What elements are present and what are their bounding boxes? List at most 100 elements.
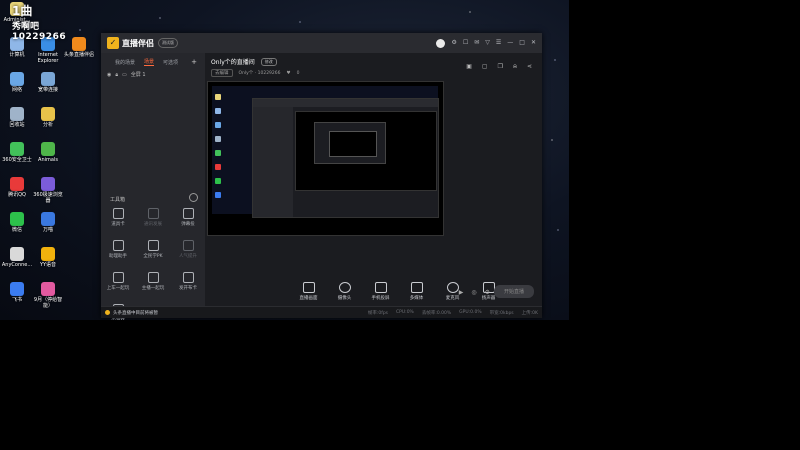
control-icon [302,281,315,293]
toolbox-item[interactable]: 助理助手 [103,240,133,259]
room-title: Only个的直播间 [211,59,255,66]
desktop-icon[interactable]: 宽带连接 [31,72,65,93]
desktop-icon-label: AnyConne... [1,262,33,268]
room-edit-badge[interactable]: 修改 [260,57,277,66]
desktop-icon[interactable]: 微信 [0,212,34,233]
screen-icon[interactable]: ☐ [463,40,468,46]
desktop-icon[interactable]: 网络 [0,72,34,93]
tool-label: 上车一起玩 [106,286,130,291]
gear-icon[interactable]: ⚙ [485,289,490,296]
live-preview[interactable] [207,81,444,236]
desktop-icon-label: YY语音 [39,262,57,268]
toolbox-item[interactable]: 全民学PK [138,240,168,259]
settings-icon[interactable]: ⚙ [451,40,456,46]
desktop-icon[interactable]: AnyConne... [0,247,34,268]
app-icon [41,107,55,121]
avatar[interactable] [436,38,446,48]
stat-value: CPU:0% [396,309,414,315]
tool-icon [112,208,124,219]
filter-icon[interactable]: ▽ [485,40,490,46]
lock-icon[interactable]: 🔒︎ [115,72,118,78]
toolbox-item[interactable]: 弹幕投 [173,208,203,227]
scene-tabs: 我的场景 场景 可选项 + [101,53,205,69]
toolbox-item[interactable]: 通讯发展 [138,208,168,227]
view-icon[interactable]: ◎ [471,289,476,296]
control-bar: 直播画面 摄像头 手机投屏 多媒体 麦克风 扬声器 [205,276,542,306]
overlay-line3: 10229266 [12,32,67,42]
scene-item[interactable]: ◉ 🔒︎ ▭ 全屏 1 [101,69,205,80]
stats: 帧率:0fps CPU:0% 丢帧率:0.00% GPU:0.0% 带宽:0kbps 上传… [368,310,538,316]
minimize-icon[interactable]: — [507,40,513,46]
close-icon[interactable]: ✕ [531,40,536,46]
desktop-icon[interactable]: 9月（停给智能） [31,282,65,309]
control-bar-item[interactable]: 直播画面 [297,281,321,301]
app-logo: ✓ 直播伴侣 [107,37,154,49]
preview-desktop [212,86,439,218]
tab-options[interactable]: 可选项 [163,59,178,66]
room-id: Only个 · 10229266 [238,71,281,76]
lock-icon[interactable]: ▢ [482,63,488,71]
overlay-line2: 秀啊吧 [12,22,40,32]
start-live-button[interactable]: 开始直播 [493,285,534,298]
record-icon[interactable]: ▶ [459,289,464,296]
toolbox-refresh-icon[interactable] [189,193,198,202]
likes-count: 0 [296,70,300,76]
tab-scene[interactable]: 场景 [144,58,155,66]
tool-label: 弹幕投 [181,222,195,227]
toolbox-item[interactable]: 主播一起玩 [138,272,168,291]
share-screen-icon[interactable]: ▣ [466,63,472,71]
main-panel: Only个的直播间 修改 去编辑 Only个 · 10229266 ♥ 0 ▣ … [205,53,542,306]
toolbox-item[interactable]: 上车一起玩 [103,272,133,291]
tool-icon [112,240,124,251]
eye-icon[interactable]: ◉ [107,72,111,78]
desktop-icon[interactable]: 腾讯QQ [0,177,34,198]
desktop-icon[interactable]: 飞书 [0,282,34,303]
desktop-icon[interactable]: 头条直播伴侣 [62,37,96,58]
tab-my-scenes[interactable]: 我的场景 [115,59,135,66]
desktop-icon[interactable]: 360安全卫士 [0,142,34,163]
control-icon [374,281,387,293]
add-scene-icon[interactable]: + [191,58,197,66]
copy-icon[interactable]: ❐ [498,63,503,71]
control-bar-item[interactable]: 摄像头 [333,281,357,301]
app-icon [41,247,55,261]
control-bar-item[interactable]: 多媒体 [405,281,429,301]
app-icon [10,282,24,296]
menu-icon[interactable]: ☰ [496,40,501,46]
share-icon[interactable]: ⋖ [527,63,532,71]
tool-label: 人气提升 [179,254,197,259]
app-icon [41,212,55,226]
control-icon [410,281,423,293]
desktop-icon-label: 腾讯QQ [8,192,26,198]
control-bar-item[interactable]: 手机投屏 [369,281,393,301]
toolbox-item[interactable]: 人气提升 [173,240,203,259]
desktop-icon[interactable]: 360极速浏览器 [31,177,65,204]
bell-icon[interactable]: ⍾ [513,63,517,71]
logo-text: 直播伴侣 [122,38,154,48]
desktop-icon-label: 回收站 [9,122,25,128]
desktop-icon[interactable]: 回收站 [0,107,34,128]
desktop-icon[interactable]: 万喵 [31,212,65,233]
version-badge[interactable]: 测试版 [158,38,178,48]
desktop-icon[interactable]: Animals [31,142,65,163]
tool-icon [147,240,159,251]
maximize-icon[interactable]: □ [519,40,525,46]
desktop-icon-label: 微信 [11,227,22,233]
desktop-icon-label: Internet Explorer [37,52,59,64]
desktop-icon-label: 360极速浏览器 [33,192,63,204]
remote-desktop: Administ... 计算机 网络 回收站 360安全卫士 腾讯QQ 微信 AnyConne… [0,0,569,320]
likes-icon: ♥ [286,70,291,76]
tool-icon [182,272,194,283]
tool-label: 道具卡 [111,222,125,227]
toolbox-item[interactable]: 道具卡 [103,208,133,227]
room-edit-chip[interactable]: 去编辑 [211,69,233,77]
toolbox-item[interactable]: 发开布卡 [173,272,203,291]
mail-icon[interactable]: ✉ [474,40,479,46]
monitor-icon: ▭ [122,71,127,78]
app-icon [41,72,55,86]
control-label: 手机投屏 [371,295,390,301]
logo-icon: ✓ [107,37,119,49]
desktop-icon[interactable]: 分析 [31,107,65,128]
desktop-icon[interactable]: YY语音 [31,247,65,268]
stat-value: 上传:0K [521,310,538,316]
